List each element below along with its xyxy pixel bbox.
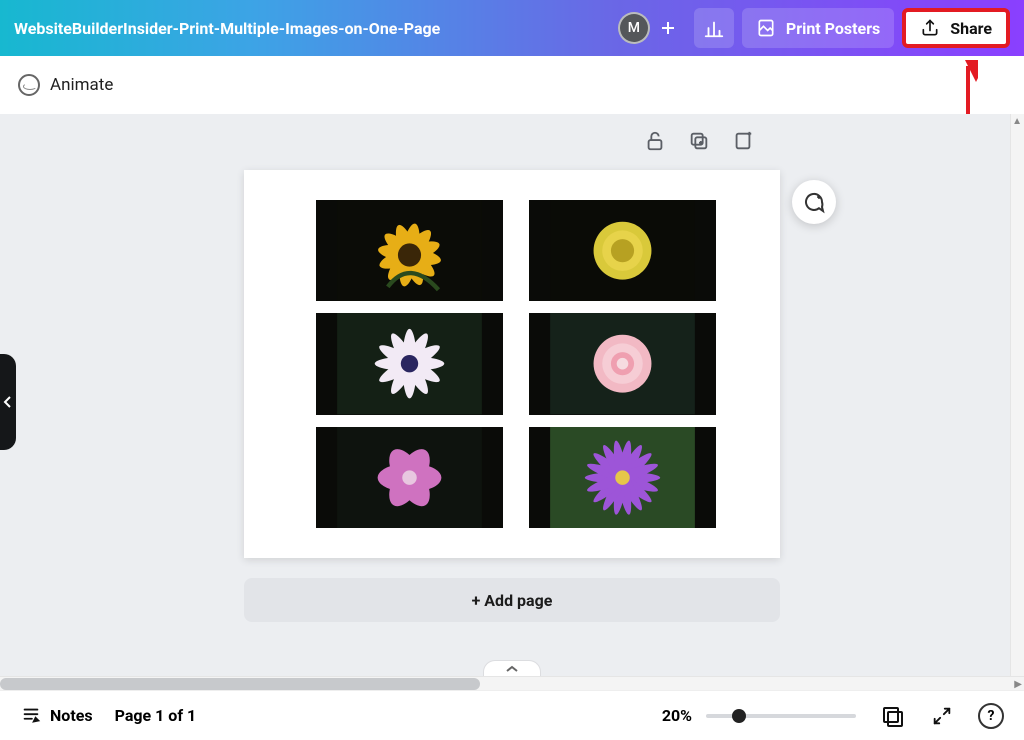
lock-button[interactable] (642, 128, 668, 154)
image-cell-yellow-dahlia[interactable] (529, 200, 716, 301)
poster-icon (756, 18, 776, 38)
zoom-controls: 20% (662, 706, 856, 725)
image-cell-yellow-sunflower[interactable] (316, 200, 503, 301)
bar-chart-icon (703, 17, 725, 39)
notes-icon (20, 705, 42, 727)
zoom-slider[interactable] (706, 714, 856, 718)
duplicate-icon (688, 130, 710, 152)
grid-icon (880, 704, 904, 728)
animate-label: Animate (50, 75, 113, 95)
add-user-button[interactable] (656, 16, 680, 40)
animate-icon (18, 74, 40, 96)
footer-bar: Notes Page 1 of 1 20% ? (0, 690, 1024, 740)
upload-icon (920, 18, 940, 38)
scroll-up-caret-icon: ▲ (1012, 116, 1022, 127)
canvas-area: ▲ (0, 114, 1024, 690)
grid-view-button[interactable] (878, 702, 906, 730)
chevron-up-icon (505, 664, 519, 674)
add-page-icon-button[interactable] (730, 128, 756, 154)
comment-fab[interactable] (792, 180, 836, 224)
notes-label: Notes (50, 706, 93, 725)
horizontal-scrollbar[interactable]: ▶ (0, 676, 1024, 690)
vertical-scrollbar[interactable]: ▲ (1010, 114, 1024, 676)
scroll-right-caret-icon: ▶ (1014, 679, 1022, 690)
sidebar-collapse-handle[interactable] (0, 354, 16, 450)
page-wrapper (244, 170, 780, 558)
flower-image-icon (316, 313, 503, 414)
unlock-icon (644, 130, 666, 152)
chevron-right-icon (3, 395, 13, 409)
new-page-icon (732, 130, 754, 152)
page-toolbar (642, 128, 756, 154)
flower-image-icon (316, 200, 503, 301)
image-cell-purple-waterlily[interactable] (529, 427, 716, 528)
fullscreen-button[interactable] (928, 702, 956, 730)
flower-image-icon (316, 427, 503, 528)
notes-button[interactable]: Notes (20, 705, 93, 727)
help-button[interactable]: ? (978, 703, 1004, 729)
comment-plus-icon (802, 190, 826, 214)
add-page-button[interactable]: + Add page (244, 578, 780, 622)
image-cell-pink-flower[interactable] (316, 427, 503, 528)
zoom-value[interactable]: 20% (662, 706, 692, 725)
app-header: WebsiteBuilderInsider-Print-Multiple-Ima… (0, 0, 1024, 56)
user-avatar[interactable]: M (618, 12, 650, 44)
image-cell-pink-rose[interactable] (529, 313, 716, 414)
scrollbar-thumb[interactable] (0, 678, 480, 690)
pages-panel-toggle[interactable] (483, 660, 541, 676)
flower-image-icon (529, 427, 716, 528)
document-title[interactable]: WebsiteBuilderInsider-Print-Multiple-Ima… (14, 19, 610, 38)
duplicate-page-button[interactable] (686, 128, 712, 154)
share-button[interactable]: Share (902, 8, 1010, 48)
flower-image-icon (529, 313, 716, 414)
animate-button[interactable]: Animate (18, 74, 113, 96)
insights-button[interactable] (694, 8, 734, 48)
design-page[interactable] (244, 170, 780, 558)
plus-icon (660, 20, 676, 36)
secondary-toolbar: Animate (0, 56, 1024, 114)
print-posters-button[interactable]: Print Posters (742, 8, 894, 48)
zoom-slider-thumb[interactable] (732, 709, 746, 723)
image-cell-white-daisy[interactable] (316, 313, 503, 414)
print-posters-label: Print Posters (786, 19, 880, 38)
flower-image-icon (529, 200, 716, 301)
expand-icon (931, 705, 953, 727)
share-label: Share (950, 19, 992, 38)
page-indicator[interactable]: Page 1 of 1 (115, 706, 197, 725)
